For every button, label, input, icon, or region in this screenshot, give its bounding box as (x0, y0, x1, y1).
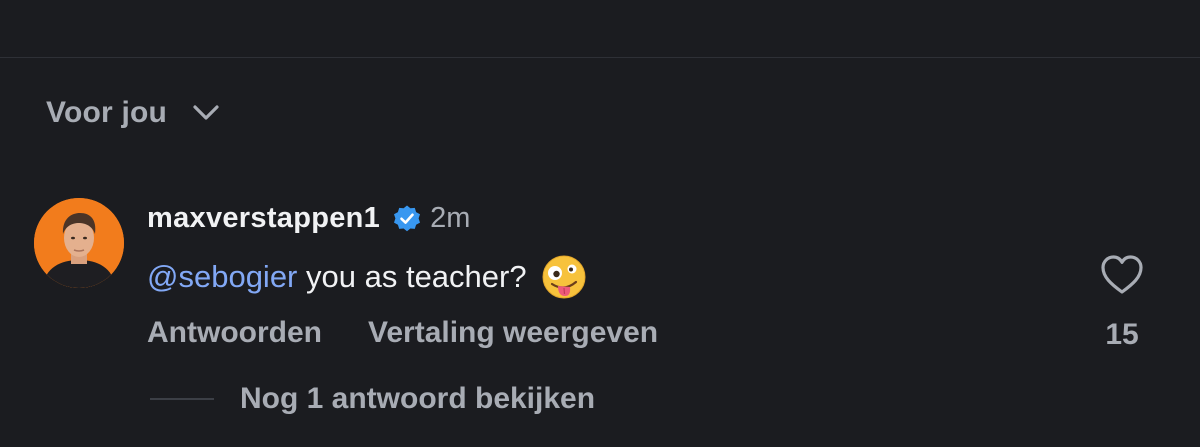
divider (0, 57, 1200, 58)
username[interactable]: maxverstappen1 (147, 202, 380, 235)
avatar-image (34, 198, 124, 288)
reply-button[interactable]: Antwoorden (147, 316, 322, 350)
comment-header: maxverstappen1 2m (147, 202, 470, 235)
sort-dropdown[interactable]: Voor jou (46, 96, 221, 130)
translate-button[interactable]: Vertaling weergeven (368, 316, 658, 350)
chevron-down-icon (193, 105, 219, 120)
comment-message: you as teacher? (297, 259, 527, 294)
timestamp: 2m (430, 202, 471, 234)
mention-link[interactable]: @sebogier (147, 259, 297, 295)
comments-panel: Voor jou maxverstappen1 2m @sebogier you… (0, 0, 1200, 447)
view-replies-button[interactable]: Nog 1 antwoord bekijken (150, 382, 595, 416)
heart-icon[interactable] (1099, 252, 1145, 296)
verified-badge-icon (394, 205, 421, 231)
comment-text: @sebogier you as teacher? (147, 254, 587, 300)
view-replies-label: Nog 1 antwoord bekijken (240, 382, 596, 415)
avatar[interactable] (34, 198, 124, 288)
sort-label: Voor jou (46, 96, 168, 129)
zany-face-emoji-icon (542, 255, 586, 299)
comment-actions: Antwoorden Vertaling weergeven (147, 316, 658, 350)
replies-line (150, 398, 214, 400)
like-count: 15 (1105, 318, 1139, 351)
